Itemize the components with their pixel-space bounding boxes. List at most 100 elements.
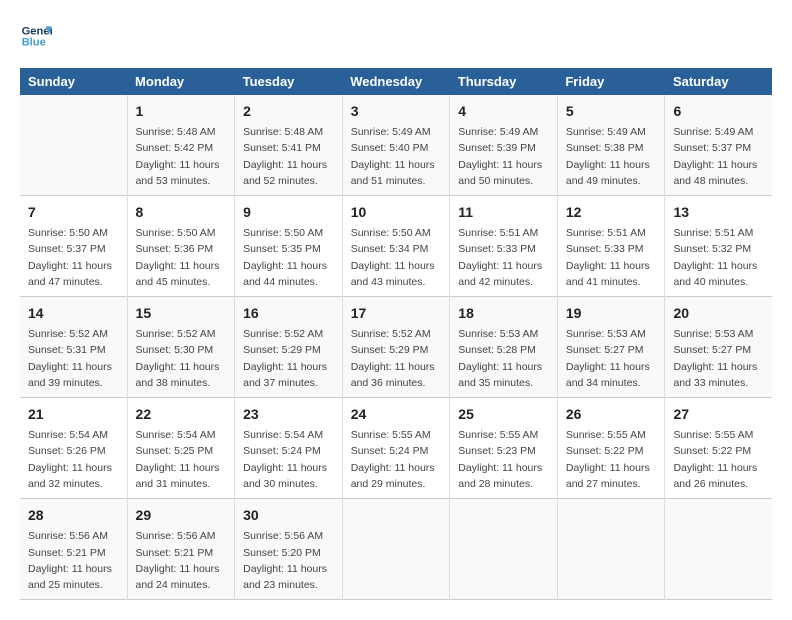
day-info: Sunrise: 5:49 AM Sunset: 5:39 PM Dayligh… bbox=[458, 124, 549, 189]
day-number: 15 bbox=[136, 303, 227, 324]
day-info: Sunrise: 5:51 AM Sunset: 5:32 PM Dayligh… bbox=[673, 225, 764, 290]
calendar-cell: 27Sunrise: 5:55 AM Sunset: 5:22 PM Dayli… bbox=[665, 398, 772, 499]
calendar-cell bbox=[20, 95, 127, 196]
calendar-cell: 22Sunrise: 5:54 AM Sunset: 5:25 PM Dayli… bbox=[127, 398, 235, 499]
weekday-header-friday: Friday bbox=[557, 68, 665, 95]
day-number: 18 bbox=[458, 303, 549, 324]
day-info: Sunrise: 5:50 AM Sunset: 5:37 PM Dayligh… bbox=[28, 225, 119, 290]
day-info: Sunrise: 5:51 AM Sunset: 5:33 PM Dayligh… bbox=[458, 225, 549, 290]
week-row-3: 14Sunrise: 5:52 AM Sunset: 5:31 PM Dayli… bbox=[20, 297, 772, 398]
weekday-header-monday: Monday bbox=[127, 68, 235, 95]
day-number: 1 bbox=[136, 101, 227, 122]
calendar-cell: 6Sunrise: 5:49 AM Sunset: 5:37 PM Daylig… bbox=[665, 95, 772, 196]
day-info: Sunrise: 5:52 AM Sunset: 5:29 PM Dayligh… bbox=[351, 326, 442, 391]
calendar-cell bbox=[665, 499, 772, 600]
calendar-cell: 5Sunrise: 5:49 AM Sunset: 5:38 PM Daylig… bbox=[557, 95, 665, 196]
day-info: Sunrise: 5:50 AM Sunset: 5:36 PM Dayligh… bbox=[136, 225, 227, 290]
day-number: 2 bbox=[243, 101, 334, 122]
calendar-cell: 8Sunrise: 5:50 AM Sunset: 5:36 PM Daylig… bbox=[127, 196, 235, 297]
calendar-cell: 26Sunrise: 5:55 AM Sunset: 5:22 PM Dayli… bbox=[557, 398, 665, 499]
weekday-header-wednesday: Wednesday bbox=[342, 68, 450, 95]
day-number: 28 bbox=[28, 505, 119, 526]
calendar-cell: 11Sunrise: 5:51 AM Sunset: 5:33 PM Dayli… bbox=[450, 196, 558, 297]
day-info: Sunrise: 5:49 AM Sunset: 5:37 PM Dayligh… bbox=[673, 124, 764, 189]
calendar-cell: 17Sunrise: 5:52 AM Sunset: 5:29 PM Dayli… bbox=[342, 297, 450, 398]
calendar-cell: 19Sunrise: 5:53 AM Sunset: 5:27 PM Dayli… bbox=[557, 297, 665, 398]
calendar-cell: 7Sunrise: 5:50 AM Sunset: 5:37 PM Daylig… bbox=[20, 196, 127, 297]
day-number: 11 bbox=[458, 202, 549, 223]
day-number: 27 bbox=[673, 404, 764, 425]
day-info: Sunrise: 5:52 AM Sunset: 5:30 PM Dayligh… bbox=[136, 326, 227, 391]
day-info: Sunrise: 5:48 AM Sunset: 5:42 PM Dayligh… bbox=[136, 124, 227, 189]
calendar-cell: 23Sunrise: 5:54 AM Sunset: 5:24 PM Dayli… bbox=[235, 398, 343, 499]
calendar-cell: 10Sunrise: 5:50 AM Sunset: 5:34 PM Dayli… bbox=[342, 196, 450, 297]
calendar-cell: 13Sunrise: 5:51 AM Sunset: 5:32 PM Dayli… bbox=[665, 196, 772, 297]
day-number: 24 bbox=[351, 404, 442, 425]
calendar-cell: 9Sunrise: 5:50 AM Sunset: 5:35 PM Daylig… bbox=[235, 196, 343, 297]
day-number: 20 bbox=[673, 303, 764, 324]
day-number: 7 bbox=[28, 202, 119, 223]
calendar-cell: 30Sunrise: 5:56 AM Sunset: 5:20 PM Dayli… bbox=[235, 499, 343, 600]
day-info: Sunrise: 5:53 AM Sunset: 5:27 PM Dayligh… bbox=[673, 326, 764, 391]
week-row-5: 28Sunrise: 5:56 AM Sunset: 5:21 PM Dayli… bbox=[20, 499, 772, 600]
day-info: Sunrise: 5:52 AM Sunset: 5:29 PM Dayligh… bbox=[243, 326, 334, 391]
day-info: Sunrise: 5:53 AM Sunset: 5:28 PM Dayligh… bbox=[458, 326, 549, 391]
day-number: 5 bbox=[566, 101, 657, 122]
calendar-cell: 29Sunrise: 5:56 AM Sunset: 5:21 PM Dayli… bbox=[127, 499, 235, 600]
day-info: Sunrise: 5:55 AM Sunset: 5:22 PM Dayligh… bbox=[673, 427, 764, 492]
calendar-cell: 1Sunrise: 5:48 AM Sunset: 5:42 PM Daylig… bbox=[127, 95, 235, 196]
day-info: Sunrise: 5:51 AM Sunset: 5:33 PM Dayligh… bbox=[566, 225, 657, 290]
calendar-cell: 12Sunrise: 5:51 AM Sunset: 5:33 PM Dayli… bbox=[557, 196, 665, 297]
day-number: 17 bbox=[351, 303, 442, 324]
calendar-cell: 14Sunrise: 5:52 AM Sunset: 5:31 PM Dayli… bbox=[20, 297, 127, 398]
weekday-header-saturday: Saturday bbox=[665, 68, 772, 95]
calendar-cell bbox=[450, 499, 558, 600]
calendar-table: SundayMondayTuesdayWednesdayThursdayFrid… bbox=[20, 68, 772, 600]
day-number: 26 bbox=[566, 404, 657, 425]
day-number: 14 bbox=[28, 303, 119, 324]
day-info: Sunrise: 5:55 AM Sunset: 5:24 PM Dayligh… bbox=[351, 427, 442, 492]
day-info: Sunrise: 5:49 AM Sunset: 5:40 PM Dayligh… bbox=[351, 124, 442, 189]
day-number: 12 bbox=[566, 202, 657, 223]
calendar-cell: 28Sunrise: 5:56 AM Sunset: 5:21 PM Dayli… bbox=[20, 499, 127, 600]
calendar-cell: 24Sunrise: 5:55 AM Sunset: 5:24 PM Dayli… bbox=[342, 398, 450, 499]
day-info: Sunrise: 5:56 AM Sunset: 5:21 PM Dayligh… bbox=[28, 528, 119, 593]
calendar-cell: 15Sunrise: 5:52 AM Sunset: 5:30 PM Dayli… bbox=[127, 297, 235, 398]
day-info: Sunrise: 5:54 AM Sunset: 5:25 PM Dayligh… bbox=[136, 427, 227, 492]
logo-icon: General Blue bbox=[20, 20, 52, 52]
page-header: General Blue bbox=[20, 20, 772, 52]
svg-text:Blue: Blue bbox=[22, 37, 46, 49]
weekday-header-row: SundayMondayTuesdayWednesdayThursdayFrid… bbox=[20, 68, 772, 95]
week-row-1: 1Sunrise: 5:48 AM Sunset: 5:42 PM Daylig… bbox=[20, 95, 772, 196]
week-row-4: 21Sunrise: 5:54 AM Sunset: 5:26 PM Dayli… bbox=[20, 398, 772, 499]
calendar-cell bbox=[342, 499, 450, 600]
day-number: 30 bbox=[243, 505, 334, 526]
day-info: Sunrise: 5:50 AM Sunset: 5:34 PM Dayligh… bbox=[351, 225, 442, 290]
calendar-cell: 18Sunrise: 5:53 AM Sunset: 5:28 PM Dayli… bbox=[450, 297, 558, 398]
day-number: 25 bbox=[458, 404, 549, 425]
day-number: 16 bbox=[243, 303, 334, 324]
day-info: Sunrise: 5:54 AM Sunset: 5:24 PM Dayligh… bbox=[243, 427, 334, 492]
day-number: 9 bbox=[243, 202, 334, 223]
week-row-2: 7Sunrise: 5:50 AM Sunset: 5:37 PM Daylig… bbox=[20, 196, 772, 297]
calendar-cell: 2Sunrise: 5:48 AM Sunset: 5:41 PM Daylig… bbox=[235, 95, 343, 196]
day-number: 19 bbox=[566, 303, 657, 324]
day-number: 6 bbox=[673, 101, 764, 122]
day-number: 29 bbox=[136, 505, 227, 526]
day-info: Sunrise: 5:54 AM Sunset: 5:26 PM Dayligh… bbox=[28, 427, 119, 492]
day-info: Sunrise: 5:55 AM Sunset: 5:23 PM Dayligh… bbox=[458, 427, 549, 492]
day-info: Sunrise: 5:56 AM Sunset: 5:20 PM Dayligh… bbox=[243, 528, 334, 593]
day-info: Sunrise: 5:50 AM Sunset: 5:35 PM Dayligh… bbox=[243, 225, 334, 290]
logo: General Blue bbox=[20, 20, 52, 52]
day-info: Sunrise: 5:48 AM Sunset: 5:41 PM Dayligh… bbox=[243, 124, 334, 189]
day-info: Sunrise: 5:53 AM Sunset: 5:27 PM Dayligh… bbox=[566, 326, 657, 391]
day-number: 10 bbox=[351, 202, 442, 223]
day-info: Sunrise: 5:55 AM Sunset: 5:22 PM Dayligh… bbox=[566, 427, 657, 492]
day-info: Sunrise: 5:52 AM Sunset: 5:31 PM Dayligh… bbox=[28, 326, 119, 391]
calendar-cell: 25Sunrise: 5:55 AM Sunset: 5:23 PM Dayli… bbox=[450, 398, 558, 499]
calendar-cell: 16Sunrise: 5:52 AM Sunset: 5:29 PM Dayli… bbox=[235, 297, 343, 398]
day-info: Sunrise: 5:49 AM Sunset: 5:38 PM Dayligh… bbox=[566, 124, 657, 189]
calendar-cell bbox=[557, 499, 665, 600]
day-number: 22 bbox=[136, 404, 227, 425]
calendar-cell: 4Sunrise: 5:49 AM Sunset: 5:39 PM Daylig… bbox=[450, 95, 558, 196]
